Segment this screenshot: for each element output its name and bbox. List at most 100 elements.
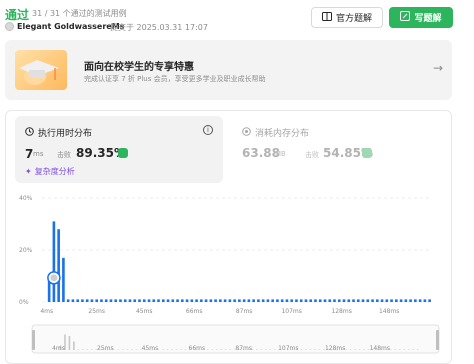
mini-bar <box>363 349 365 350</box>
distribution-bar <box>157 299 160 302</box>
mini-bar <box>354 349 356 350</box>
distribution-bar <box>266 299 270 302</box>
distribution-bar <box>395 299 398 302</box>
distribution-bar <box>371 299 374 302</box>
x-tick-label: 107ms <box>281 308 301 315</box>
x-tick-label: 45ms <box>136 308 153 315</box>
mini-bar <box>416 349 419 350</box>
distribution-bar <box>356 299 360 302</box>
mini-bar <box>412 349 414 350</box>
distribution-bar <box>104 299 108 302</box>
mini-bar <box>389 349 392 350</box>
mini-bar <box>229 349 231 350</box>
runtime-distribution-chart[interactable]: 40% 20% 0% 4ms 25ms 45ms 66ms 87ms 107ms 128ms 148… <box>0 0 474 364</box>
distribution-bar <box>285 299 289 302</box>
distribution-bar <box>57 229 60 302</box>
distribution-bar <box>223 299 227 302</box>
range-tick-label: 25ms <box>97 345 114 352</box>
distribution-bar <box>271 299 274 302</box>
distribution-bar <box>62 257 65 302</box>
distribution-bar <box>318 299 322 302</box>
mini-bar <box>175 349 178 350</box>
distribution-bar <box>161 299 165 302</box>
mini-bar <box>215 349 218 350</box>
mini-bar <box>86 349 89 350</box>
distribution-bar <box>257 299 260 302</box>
y-tick-label: 40% <box>19 195 33 202</box>
mini-bar <box>318 349 321 350</box>
distribution-bar <box>242 299 246 302</box>
mini-bar <box>305 349 307 350</box>
distribution-bar <box>66 299 70 302</box>
distribution-bar <box>71 299 75 302</box>
distribution-bar <box>100 299 103 302</box>
distribution-bar <box>414 299 417 302</box>
mini-bar <box>73 341 75 350</box>
distribution-bar <box>342 299 346 302</box>
mini-bar <box>403 349 405 350</box>
mini-bar <box>349 349 352 350</box>
mini-bar <box>180 349 182 350</box>
range-handle-left[interactable] <box>32 330 35 350</box>
distribution-bar <box>200 299 203 302</box>
distribution-bar <box>176 299 179 302</box>
x-tick-label: 25ms <box>88 308 105 315</box>
distribution-bar <box>109 299 113 302</box>
mini-bar <box>314 349 316 350</box>
distribution-bar <box>85 299 89 302</box>
distribution-bar <box>142 299 146 302</box>
distribution-bar <box>418 299 422 302</box>
distribution-bar <box>52 221 56 302</box>
distribution-bar <box>337 299 341 302</box>
distribution-bar <box>276 299 279 302</box>
distribution-bar <box>304 299 308 302</box>
range-tick-label: 148ms <box>370 345 390 352</box>
distribution-bar <box>380 299 384 302</box>
mini-bar <box>256 349 258 350</box>
distribution-bar <box>147 299 151 302</box>
distribution-bar <box>295 299 298 302</box>
distribution-bar <box>399 299 403 302</box>
distribution-bar <box>299 299 303 302</box>
y-tick-label: 0% <box>19 299 29 306</box>
mini-bar <box>211 349 214 350</box>
mini-bar <box>162 349 164 350</box>
mini-bar <box>300 349 303 350</box>
mini-bar <box>171 349 173 350</box>
distribution-bar <box>185 299 189 302</box>
mini-bar <box>117 349 120 350</box>
distribution-bar <box>195 299 198 302</box>
mini-bar <box>135 349 138 350</box>
x-tick-label: 148ms <box>379 308 399 315</box>
distribution-bar <box>361 299 365 302</box>
distribution-bar <box>166 299 170 302</box>
range-tick-label: 107ms <box>278 345 298 352</box>
distribution-bar <box>314 299 317 302</box>
range-tick-label: 128ms <box>325 345 345 352</box>
distribution-bar <box>428 299 431 302</box>
distribution-bar <box>333 299 336 302</box>
mini-bar <box>265 349 267 350</box>
distribution-bar <box>347 299 351 302</box>
mini-bar <box>394 349 397 350</box>
distribution-bar <box>95 299 99 302</box>
mini-bar <box>184 349 187 350</box>
distribution-bar <box>423 299 427 302</box>
mini-bar <box>224 349 227 350</box>
distribution-bar <box>204 299 208 302</box>
distribution-bar <box>90 299 94 302</box>
range-tick-label: 87ms <box>235 345 252 352</box>
mini-bar <box>131 349 133 350</box>
mini-bar <box>269 349 272 350</box>
distribution-bar <box>238 299 241 302</box>
distribution-bar <box>261 299 265 302</box>
range-tick-label: 4ms <box>52 345 65 352</box>
x-tick-label: 66ms <box>186 308 203 315</box>
x-tick-label: 4ms <box>40 308 53 315</box>
distribution-bar <box>81 299 84 302</box>
mini-bar <box>309 349 312 350</box>
distribution-bar <box>366 299 370 302</box>
distribution-bar <box>233 299 236 302</box>
range-handle-right[interactable] <box>436 330 439 350</box>
range-tick-label: 66ms <box>189 345 206 352</box>
